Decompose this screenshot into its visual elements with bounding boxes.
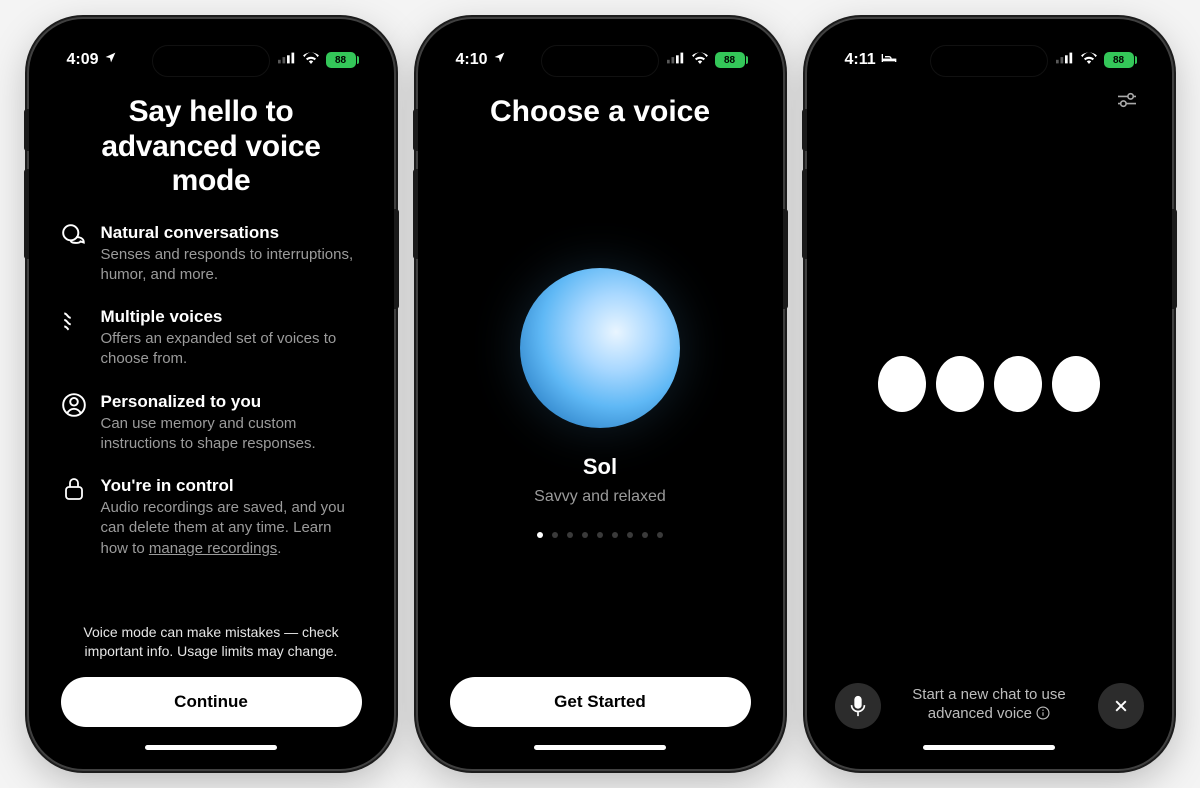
voice-bottom-bar: Start a new chat to use advanced voice: [819, 683, 1160, 737]
phone-frame-1: 4:09 88 Say hello to advanced voice mode: [29, 19, 394, 769]
volume-buttons: [802, 109, 807, 151]
voice-tagline: Savvy and relaxed: [534, 488, 666, 506]
wave-dot: [936, 356, 984, 412]
feature-item: Natural conversations Senses and respond…: [61, 223, 362, 286]
page-dot[interactable]: [627, 532, 633, 538]
feature-desc: Can use memory and custom instructions t…: [101, 414, 362, 455]
feature-title: Multiple voices: [101, 307, 362, 327]
wave-dot: [878, 356, 926, 412]
page-dot[interactable]: [612, 532, 618, 538]
location-arrow-icon: [104, 51, 117, 69]
lock-icon: [61, 476, 87, 502]
page-dot[interactable]: [582, 532, 588, 538]
phone-frame-2: 4:10 88 Choose a voice Sol Savvy a: [418, 19, 783, 769]
voice-orb[interactable]: [520, 268, 680, 428]
battery-indicator: 88: [326, 52, 356, 68]
close-button[interactable]: [1098, 683, 1144, 729]
page-title: Choose a voice: [450, 95, 751, 129]
battery-indicator: 88: [1104, 52, 1134, 68]
cellular-icon: [1056, 51, 1074, 69]
screen-2: 4:10 88 Choose a voice Sol Savvy a: [430, 31, 771, 757]
feature-item: You're in control Audio recordings are s…: [61, 476, 362, 559]
voice-name: Sol: [583, 454, 617, 480]
wifi-icon: [1080, 51, 1098, 69]
location-arrow-icon: [493, 51, 506, 69]
dynamic-island: [152, 45, 270, 77]
status-time: 4:11: [845, 51, 876, 69]
manage-recordings-link[interactable]: manage recordings: [149, 540, 277, 557]
volume-buttons: [24, 109, 29, 151]
feature-list: Natural conversations Senses and respond…: [61, 223, 362, 559]
phone-frame-3: 4:11 88: [807, 19, 1172, 769]
page-dot[interactable]: [567, 532, 573, 538]
feature-desc: Offers an expanded set of voices to choo…: [101, 329, 362, 370]
feature-title: Natural conversations: [101, 223, 362, 243]
bed-icon: [881, 51, 897, 69]
feature-desc: Senses and responds to interruptions, hu…: [101, 245, 362, 286]
waves-icon: [61, 307, 87, 333]
voice-picker[interactable]: Sol Savvy and relaxed: [450, 129, 751, 677]
volume-buttons: [413, 109, 418, 151]
page-dot[interactable]: [537, 532, 543, 538]
person-icon: [61, 392, 87, 418]
info-icon[interactable]: [1036, 706, 1050, 726]
wave-dot: [994, 356, 1042, 412]
page-title: Say hello to advanced voice mode: [61, 95, 362, 199]
disclaimer-text: Voice mode can make mistakes — check imp…: [61, 623, 362, 661]
continue-button[interactable]: Continue: [61, 677, 362, 727]
feature-title: You're in control: [101, 476, 362, 496]
status-time: 4:10: [456, 51, 488, 69]
page-dots[interactable]: [537, 532, 663, 538]
dynamic-island: [930, 45, 1048, 77]
home-indicator[interactable]: [430, 737, 771, 757]
screen-1: 4:09 88 Say hello to advanced voice mode: [41, 31, 382, 757]
screen-3: 4:11 88: [819, 31, 1160, 757]
voice-waveform: [819, 85, 1160, 683]
battery-indicator: 88: [715, 52, 745, 68]
feature-item: Multiple voices Offers an expanded set o…: [61, 307, 362, 370]
get-started-button[interactable]: Get Started: [450, 677, 751, 727]
page-dot[interactable]: [657, 532, 663, 538]
page-dot[interactable]: [597, 532, 603, 538]
wave-dot: [1052, 356, 1100, 412]
cellular-icon: [667, 51, 685, 69]
feature-desc: Audio recordings are saved, and you can …: [101, 498, 362, 559]
status-message: Start a new chat to use advanced voice: [895, 686, 1084, 726]
dynamic-island: [541, 45, 659, 77]
settings-sliders-icon[interactable]: [1116, 91, 1138, 114]
wifi-icon: [691, 51, 709, 69]
page-dot[interactable]: [552, 532, 558, 538]
home-indicator[interactable]: [819, 737, 1160, 757]
feature-title: Personalized to you: [101, 392, 362, 412]
status-time: 4:09: [67, 51, 99, 69]
page-dot[interactable]: [642, 532, 648, 538]
mic-button[interactable]: [835, 683, 881, 729]
chat-icon: [61, 223, 87, 249]
home-indicator[interactable]: [41, 737, 382, 757]
cellular-icon: [278, 51, 296, 69]
wifi-icon: [302, 51, 320, 69]
feature-item: Personalized to you Can use memory and c…: [61, 392, 362, 455]
